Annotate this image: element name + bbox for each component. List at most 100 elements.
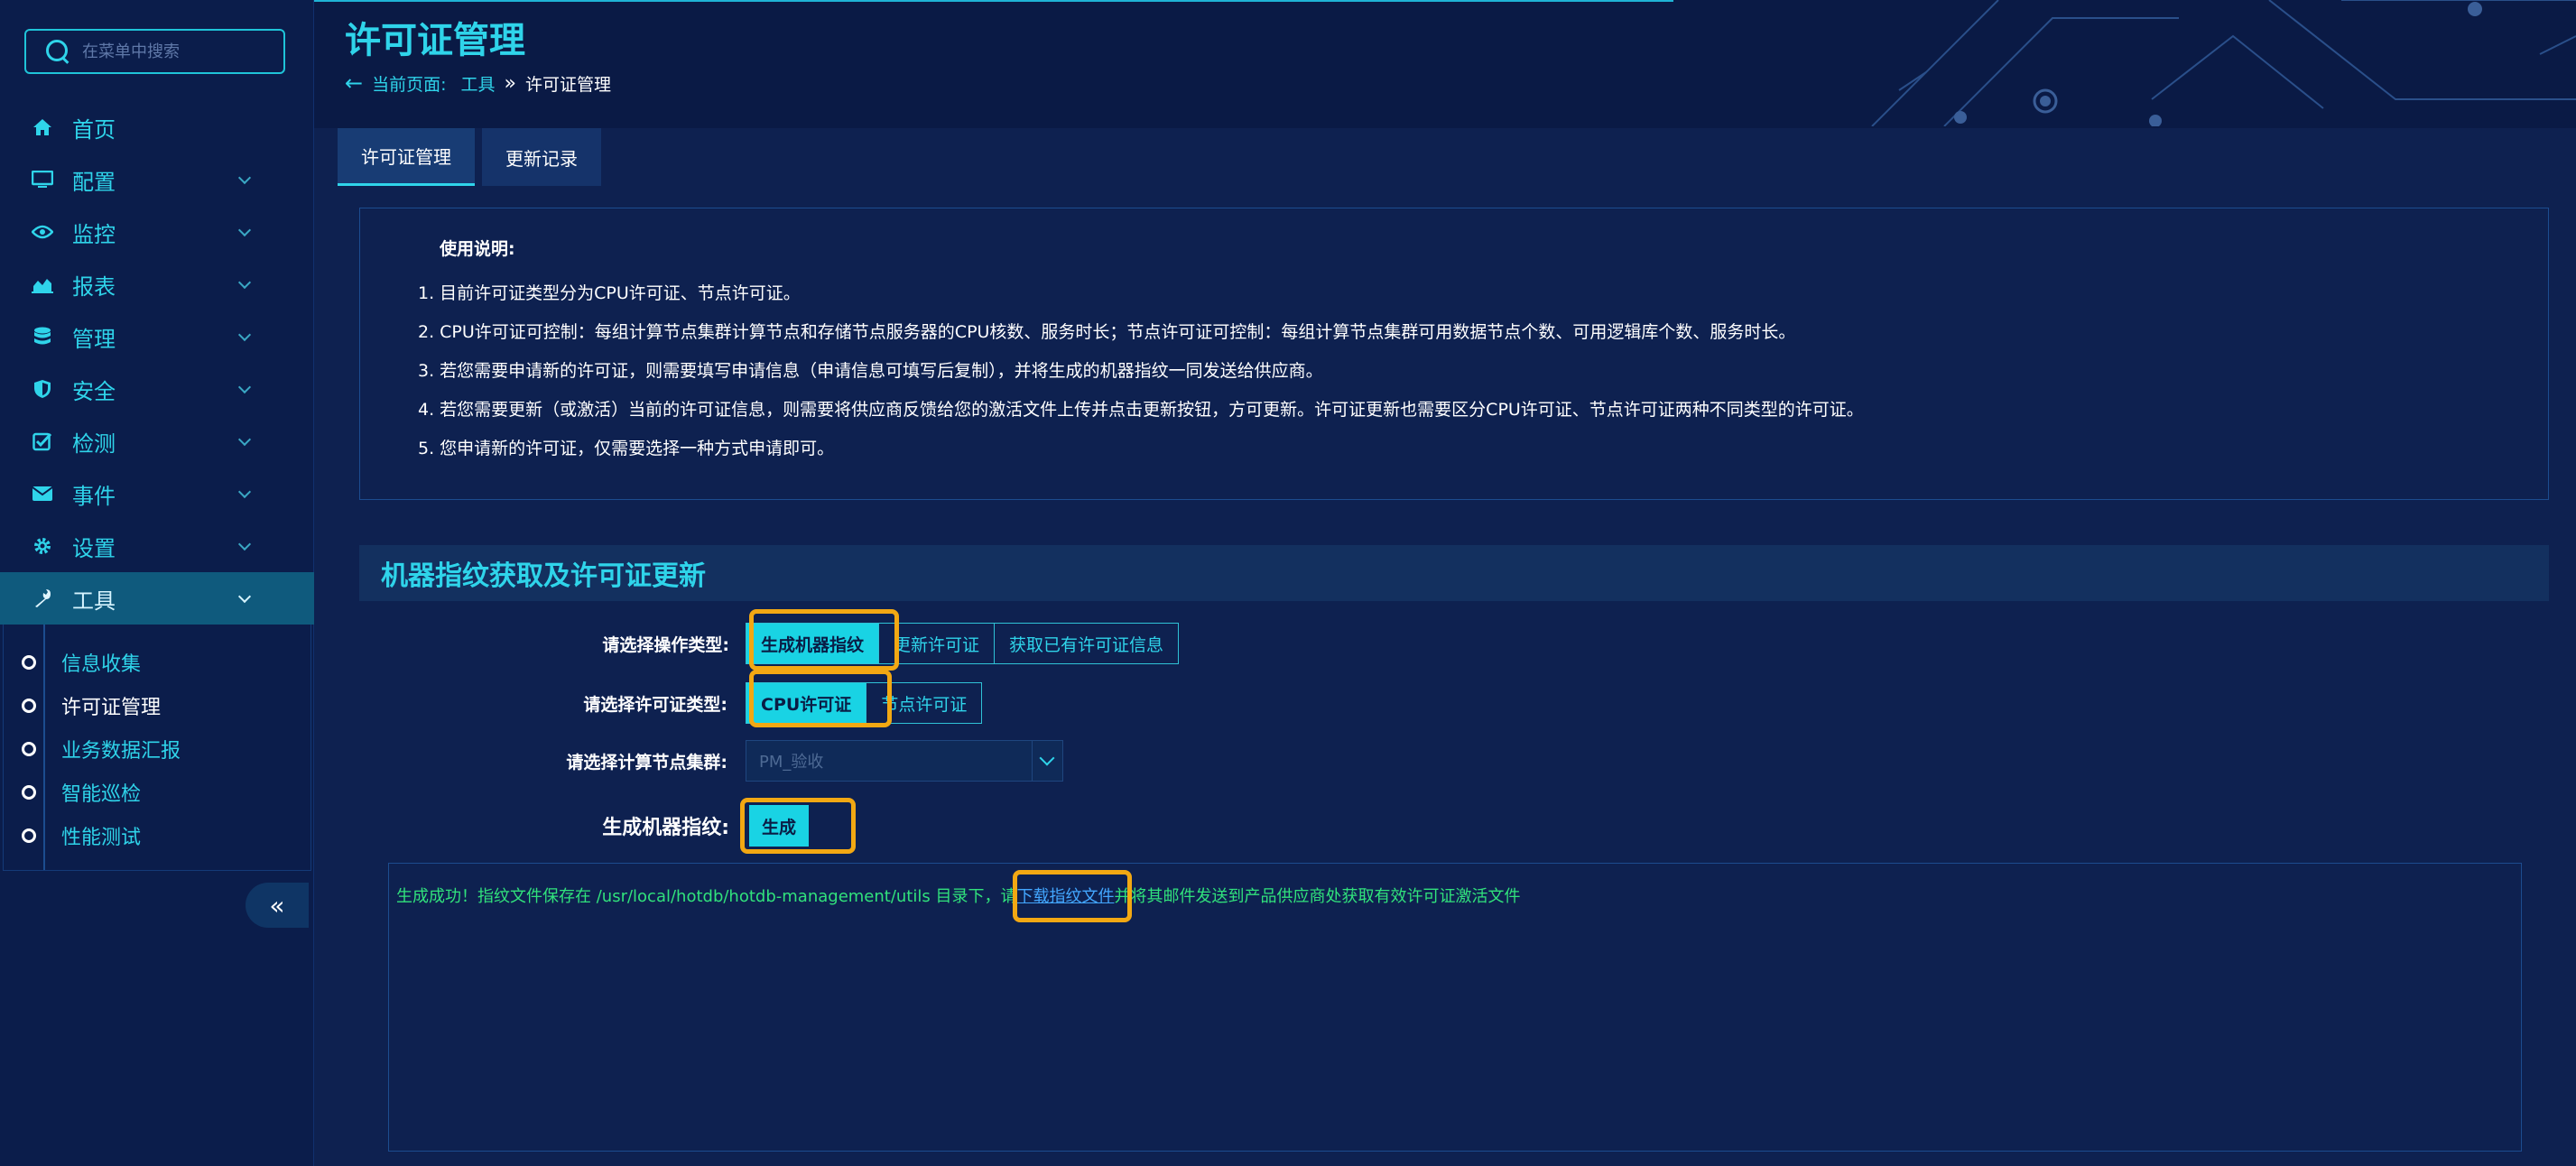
license-type-label: 请选择许可证类型: [583, 694, 727, 715]
chevron-down-icon [237, 275, 252, 290]
sidebar-item-label: 首页 [72, 116, 116, 143]
tab-update-records[interactable]: 更新记录 [482, 128, 601, 186]
breadcrumb: ← 当前页面: 工具 » 许可证管理 [345, 70, 611, 96]
usage-line: 4. 若您需要更新（或激活）当前的许可证信息，则需要将供应商反馈给您的激活文件上… [418, 400, 1864, 420]
shield-icon [31, 377, 54, 401]
sidebar-item-label: 事件 [72, 483, 116, 509]
chevron-down-icon [237, 432, 252, 447]
area-chart-icon [31, 273, 54, 296]
result-box: 生成成功！指纹文件保存在 /usr/local/hotdb/hotdb-mana… [388, 863, 2522, 1152]
sidebar-item-monitor[interactable]: 监控 [0, 206, 314, 258]
usage-line: 1. 目前许可证类型分为CPU许可证、节点许可证。 [418, 283, 801, 303]
top-accent-line [314, 0, 1673, 2]
tab-bar: 许可证管理 更新记录 [338, 128, 601, 186]
sidebar-item-settings[interactable]: 设置 [0, 520, 314, 572]
chevron-down-icon [237, 328, 252, 342]
usage-line: 2. CPU许可证可控制：每组计算节点集群计算节点和存储节点服务器的CPU核数、… [418, 322, 1796, 342]
submenu-item-perf-test[interactable]: 性能测试 [4, 814, 310, 857]
sidebar-item-home[interactable]: 首页 [0, 101, 314, 153]
home-icon [31, 116, 54, 139]
submenu-item-label: 性能测试 [61, 827, 142, 849]
op-generate-fingerprint-button[interactable]: 生成机器指纹 [746, 623, 880, 664]
sidebar-item-label: 检测 [72, 430, 116, 457]
chevron-down-icon [237, 537, 252, 551]
submenu-item-business-report[interactable]: 业务数据汇报 [4, 727, 310, 771]
chevron-down-icon [237, 380, 252, 394]
monitor-icon [31, 168, 54, 191]
breadcrumb-parent-link[interactable]: 工具 [461, 71, 496, 96]
submenu-item-smart-inspect[interactable]: 智能巡检 [4, 771, 310, 814]
main-area: 许可证管理 ← 当前页面: 工具 » 许可证管理 许可证管理 更新记录 使用说明… [314, 0, 2576, 1166]
sidebar-item-detect[interactable]: 检测 [0, 415, 314, 467]
download-fingerprint-link[interactable]: 下载指纹文件 [1016, 887, 1114, 906]
submenu-item-label: 信息收集 [61, 653, 142, 676]
sidebar-item-label: 配置 [72, 169, 116, 195]
cluster-select[interactable]: PM_验收 [746, 740, 1063, 782]
sidebar-nav: 首页 配置 监控 报表 管理 安全 检测 事件 设置 工具 信息收集 许可证管理… [0, 101, 314, 871]
usage-instructions: 使用说明: 1. 目前许可证类型分为CPU许可证、节点许可证。 2. CPU许可… [359, 208, 2549, 500]
cluster-row: 请选择计算节点集群: PM_验收 [549, 740, 1063, 782]
wrench-icon [31, 587, 54, 610]
breadcrumb-current: 许可证管理 [525, 74, 612, 95]
chevron-down-icon [237, 485, 252, 499]
sidebar-item-label: 工具 [72, 588, 116, 614]
chevron-down-icon [237, 171, 252, 185]
section-title: 机器指纹获取及许可证更新 [359, 545, 2549, 601]
op-get-license-info-button[interactable]: 获取已有许可证信息 [995, 623, 1180, 664]
tab-license-management[interactable]: 许可证管理 [338, 128, 475, 186]
search-icon [44, 38, 71, 65]
sidebar-item-config[interactable]: 配置 [0, 153, 314, 206]
check-square-icon [31, 430, 54, 453]
tools-submenu: 信息收集 许可证管理 业务数据汇报 智能巡检 性能测试 [3, 625, 311, 871]
operation-type-group: 生成机器指纹 更新许可证 获取已有许可证信息 [746, 623, 1180, 664]
submenu-item-info-collect[interactable]: 信息收集 [4, 641, 310, 684]
submenu-item-license[interactable]: 许可证管理 [4, 684, 310, 727]
menu-search[interactable] [24, 29, 285, 74]
generate-row: 生成机器指纹: 生成 [549, 805, 809, 847]
bullet-icon [22, 655, 36, 670]
operation-type-label: 请选择操作类型: [602, 634, 729, 655]
sidebar-item-label: 设置 [72, 535, 116, 561]
chevron-down-icon [237, 223, 252, 237]
sidebar-item-security[interactable]: 安全 [0, 363, 314, 415]
back-arrow-icon[interactable]: ← [345, 70, 363, 96]
sidebar-item-reports[interactable]: 报表 [0, 258, 314, 310]
generate-label: 生成机器指纹: [602, 817, 729, 839]
breadcrumb-separator: » [504, 71, 516, 95]
sidebar-collapse-button[interactable]: « [246, 883, 309, 928]
sidebar-item-tools[interactable]: 工具 [0, 572, 314, 625]
op-update-license-button[interactable]: 更新许可证 [879, 623, 996, 664]
page-title: 许可证管理 [345, 20, 525, 61]
chevron-down-icon[interactable] [1032, 741, 1062, 781]
eye-icon [31, 220, 54, 244]
cluster-select-value: PM_验收 [759, 753, 824, 772]
generate-button[interactable]: 生成 [749, 805, 809, 847]
bullet-icon [22, 742, 36, 756]
menu-search-input[interactable] [82, 42, 281, 61]
sidebar-item-manage[interactable]: 管理 [0, 310, 314, 363]
breadcrumb-label: 当前页面: [372, 74, 447, 95]
bullet-icon [22, 699, 36, 713]
submenu-item-label: 许可证管理 [61, 697, 162, 719]
envelope-icon [31, 482, 54, 505]
database-icon [31, 325, 54, 348]
license-node-button[interactable]: 节点许可证 [866, 682, 983, 724]
bullet-icon [22, 785, 36, 800]
gear-icon [31, 534, 54, 558]
usage-heading: 使用说明: [440, 239, 515, 259]
sidebar-item-events[interactable]: 事件 [0, 467, 314, 520]
bullet-icon [22, 828, 36, 843]
chevron-down-icon [237, 589, 252, 604]
sidebar: 首页 配置 监控 报表 管理 [0, 0, 314, 1166]
license-type-row: 请选择许可证类型: CPU许可证 节点许可证 [549, 682, 983, 724]
result-message: 生成成功！指纹文件保存在 /usr/local/hotdb/hotdb-mana… [396, 887, 1017, 906]
content-panel: 许可证管理 更新记录 使用说明: 1. 目前许可证类型分为CPU许可证、节点许可… [314, 128, 2576, 1166]
usage-line: 3. 若您需要申请新的许可证，则需要填写申请信息（申请信息可填写后复制），并将生… [418, 361, 1323, 381]
sidebar-item-label: 管理 [72, 326, 116, 352]
operation-type-row: 请选择操作类型: 生成机器指纹 更新许可证 获取已有许可证信息 [549, 623, 1180, 664]
cluster-label: 请选择计算节点集群: [566, 752, 727, 773]
license-cpu-button[interactable]: CPU许可证 [746, 682, 867, 724]
sidebar-item-label: 安全 [72, 378, 116, 404]
sidebar-item-label: 监控 [72, 221, 116, 247]
submenu-item-label: 业务数据汇报 [61, 740, 181, 763]
